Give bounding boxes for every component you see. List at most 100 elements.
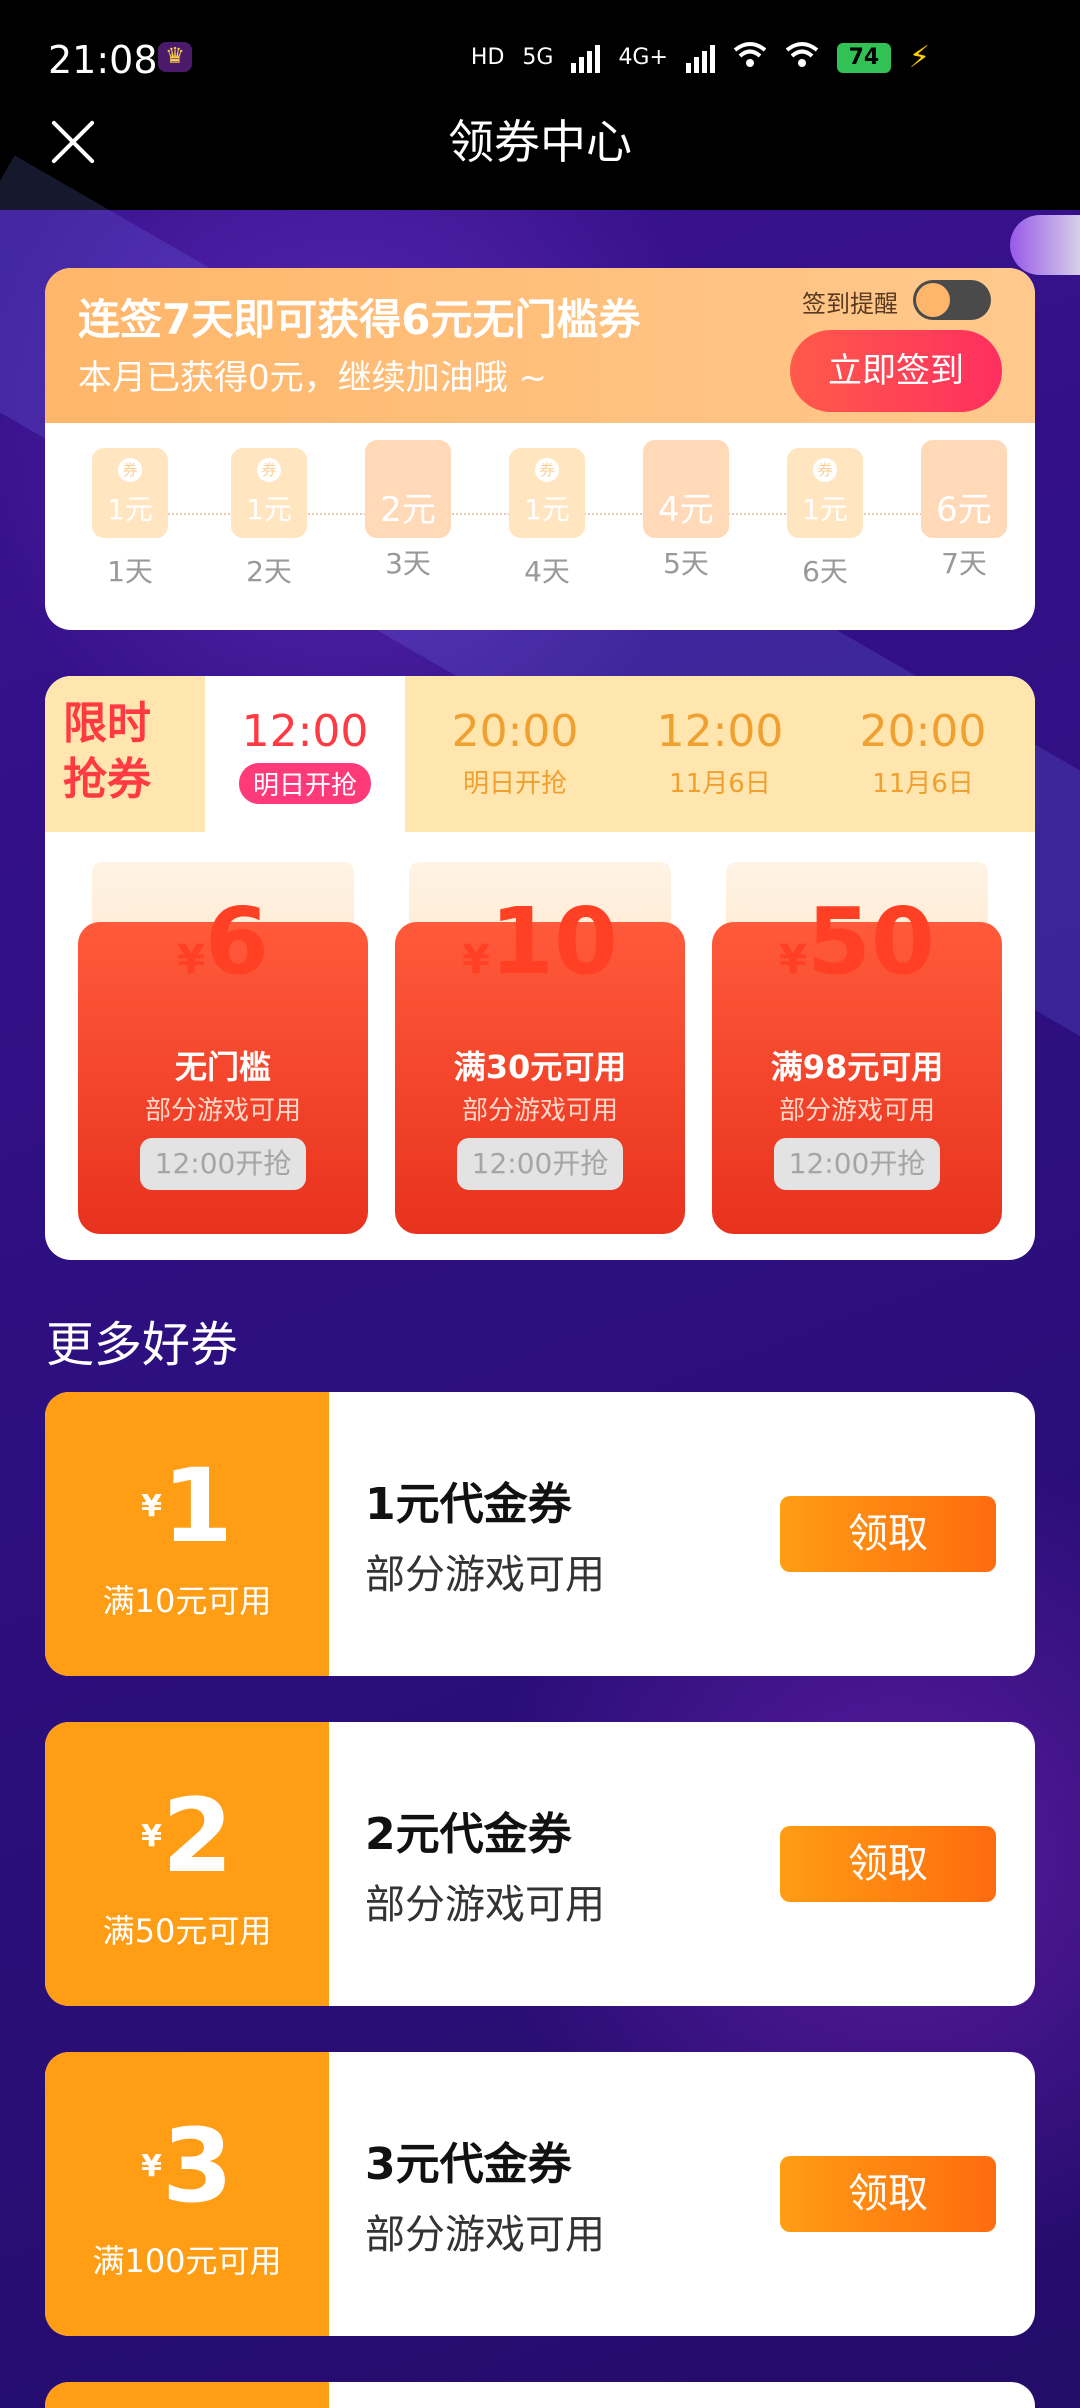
wifi-icon-2 [785, 41, 819, 75]
coupon-amount: 50 [806, 888, 935, 995]
charging-icon: ⚡ [908, 40, 930, 75]
signin-days: 券 1元 1天 券 1元 2天 2元 3天 券 1元 4天 4元 5天 券 1元 6天 … [45, 423, 1035, 630]
limited-label-line1: 限时 [63, 698, 151, 749]
signin-header: 连签7天即可获得6元无门槛券 本月已获得0元，继续加油哦 ~ 签到提醒 立即签到 [45, 268, 1035, 423]
voucher-scope: 部分游戏可用 [365, 2212, 605, 2258]
limited-time-tabs: 限时 抢券 12:00 明日开抢 20:00 明日开抢 12:00 11月6日 … [45, 676, 1035, 832]
voucher-scope: 部分游戏可用 [365, 1882, 605, 1928]
day-item: 券 1元 6天 [775, 448, 875, 590]
voucher-value-panel [45, 2382, 329, 2408]
signin-button[interactable]: 立即签到 [790, 330, 1002, 412]
coupon-icon: 券 1元 [787, 448, 863, 538]
claim-button[interactable]: 领取 [780, 1496, 996, 1572]
coupon-scope: 部分游戏可用 [778, 1096, 935, 1126]
gift-coupon-icon: 4元 [643, 440, 729, 538]
claim-button[interactable]: 领取 [780, 2156, 996, 2232]
coupon-scope: 部分游戏可用 [144, 1096, 301, 1126]
wifi-icon [733, 41, 767, 75]
limited-time-label: 限时 抢券 [63, 696, 203, 808]
day-label: 6天 [802, 555, 848, 588]
session-time: 20:00 [859, 706, 987, 757]
session-note: 明日开抢 [238, 763, 371, 804]
coupon-icon: 券 1元 [509, 448, 585, 538]
voucher-card: ¥3 满100元可用 3元代金券 部分游戏可用 领取 [45, 2052, 1035, 2336]
signin-title: 连签7天即可获得6元无门槛券 [78, 295, 641, 344]
day-label: 7天 [941, 547, 987, 580]
gift-coupon-icon: 2元 [365, 440, 451, 538]
coupon-amount: 10 [489, 888, 618, 995]
tab-session-2[interactable]: 20:00 明日开抢 [415, 676, 615, 832]
voucher-card: ¥2 满50元可用 2元代金券 部分游戏可用 领取 [45, 1722, 1035, 2006]
day-label: 1天 [107, 555, 153, 588]
voucher-value-panel: ¥2 满50元可用 [45, 1722, 329, 2006]
claim-button[interactable]: 领取 [780, 1826, 996, 1902]
day-item: 券 1元 4天 [497, 448, 597, 590]
coupon-tag: 券 [535, 458, 559, 482]
signal-icon [571, 43, 601, 73]
voucher-amount-value: 3 [161, 2107, 233, 2226]
day-amount: 6元 [936, 490, 992, 530]
signin-remind-toggle[interactable] [913, 280, 991, 320]
grab-button[interactable]: 12:00开抢 [140, 1138, 306, 1190]
coupon-tag: 券 [257, 458, 281, 482]
session-note: 11月6日 [669, 769, 771, 799]
day-label: 2天 [246, 555, 292, 588]
currency-symbol: ¥ [177, 937, 205, 983]
status-bar: 21:08 ♛ HD 5G 4G+ 74 ⚡ [0, 0, 1080, 115]
status-icons: HD 5G 4G+ 74 ⚡ [471, 40, 930, 75]
voucher-amount-value: 1 [161, 1447, 233, 1566]
signin-card: 连签7天即可获得6元无门槛券 本月已获得0元，继续加油哦 ~ 签到提醒 立即签到… [45, 268, 1035, 630]
voucher-card: ¥1 满10元可用 1元代金券 部分游戏可用 领取 [45, 1392, 1035, 1676]
session-time: 20:00 [451, 706, 579, 757]
limited-time-card: 限时 抢券 12:00 明日开抢 20:00 明日开抢 12:00 11月6日 … [45, 676, 1035, 1260]
coupon-icon: 券 1元 [231, 448, 307, 538]
coupon-condition: 满98元可用 [770, 1048, 944, 1086]
currency-symbol: ¥ [779, 937, 807, 983]
voucher-title: 1元代金券 [365, 1479, 572, 1530]
tab-session-3[interactable]: 12:00 11月6日 [620, 676, 820, 832]
tab-session-4[interactable]: 20:00 11月6日 [823, 676, 1023, 832]
coupon-value: ¥6 [78, 892, 368, 1010]
crown-icon: ♛ [158, 42, 192, 72]
day-item: 4元 5天 [636, 440, 736, 582]
coupon-amount: 6 [204, 888, 269, 995]
currency-symbol: ¥ [462, 937, 490, 983]
coupon-tag: 券 [813, 458, 837, 482]
day-amount: 1元 [246, 493, 292, 526]
day-label: 4天 [524, 555, 570, 588]
signin-remind-label: 签到提醒 [802, 290, 898, 318]
session-note: 11月6日 [872, 769, 974, 799]
day-amount: 1元 [524, 493, 570, 526]
day-label: 3天 [385, 547, 431, 580]
voucher-min-spend: 满50元可用 [102, 1912, 272, 1950]
tab-session-1[interactable]: 12:00 明日开抢 [205, 676, 405, 832]
page-title: 领券中心 [448, 115, 632, 169]
signin-subtitle: 本月已获得0元，继续加油哦 ~ [78, 358, 547, 398]
coupon-tag: 券 [118, 458, 142, 482]
voucher-title: 2元代金券 [365, 1809, 572, 1860]
day-amount: 2元 [380, 490, 436, 530]
day-amount: 1元 [802, 493, 848, 526]
session-time: 12:00 [241, 706, 369, 757]
day-item: 6元 7天 [914, 440, 1014, 582]
grab-button[interactable]: 12:00开抢 [457, 1138, 623, 1190]
status-time: 21:08 [48, 38, 158, 82]
day-label: 5天 [663, 547, 709, 580]
header: 领券中心 [0, 115, 1080, 210]
hd-icon: HD [470, 45, 505, 70]
network-4g-label: 4G+ [618, 45, 668, 70]
voucher-scope: 部分游戏可用 [365, 1552, 605, 1598]
voucher-title: 3元代金券 [365, 2139, 572, 2190]
background-glow [1010, 215, 1080, 275]
day-item: 2元 3天 [358, 440, 458, 582]
voucher-value-panel: ¥3 满100元可用 [45, 2052, 329, 2336]
limited-coupon: ¥10 满30元可用 部分游戏可用 12:00开抢 [395, 862, 685, 1234]
grab-button[interactable]: 12:00开抢 [774, 1138, 940, 1190]
day-amount: 4元 [658, 490, 714, 530]
limited-coupon: ¥50 满98元可用 部分游戏可用 12:00开抢 [712, 862, 1002, 1234]
voucher-card-partial [45, 2382, 1035, 2408]
voucher-value-panel: ¥1 满10元可用 [45, 1392, 329, 1676]
voucher-amount: ¥3 [45, 2112, 329, 2222]
coupon-icon: 券 1元 [92, 448, 168, 538]
currency-symbol: ¥ [141, 1489, 162, 1524]
